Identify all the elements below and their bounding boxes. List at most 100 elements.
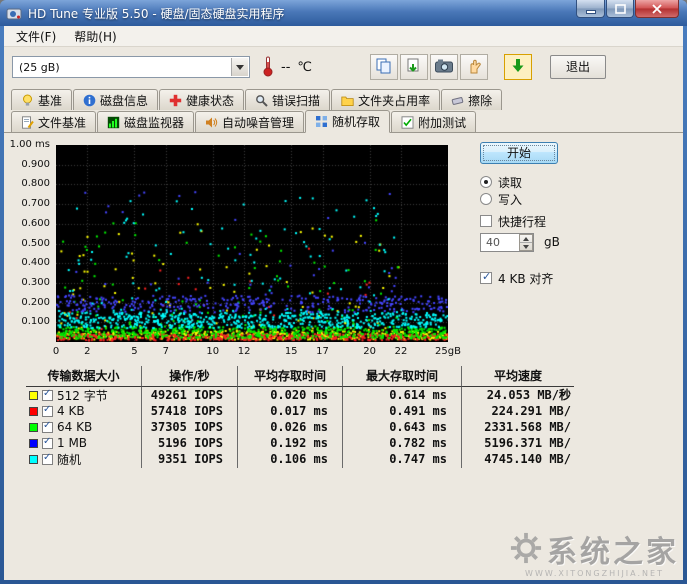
series-checkbox[interactable] [42, 452, 53, 465]
screenshot-button[interactable] [430, 54, 458, 80]
hand-pointer-icon [466, 57, 482, 78]
window-controls [575, 0, 679, 18]
avg-time-value: 0.106 ms [238, 451, 343, 468]
watermark-url: WWW.XITONGZHIJIA.NET [525, 569, 664, 578]
column-header: 传输数据大小 [26, 366, 142, 387]
align-checkbox[interactable] [480, 270, 492, 284]
exit-button[interactable]: 退出 [550, 55, 606, 79]
y-tick-label: 0.400 [21, 257, 50, 269]
avg-time-value: 0.026 ms [238, 419, 343, 435]
tab-label: 随机存取 [332, 115, 381, 129]
gear-logo-icon [510, 532, 542, 567]
menu-help[interactable]: 帮助(H) [65, 26, 125, 47]
series-color-swatch [29, 406, 38, 416]
tab-label: 自动噪音管理 [222, 115, 295, 130]
random-access-panel: 1.00 ms 0.900 0.800 0.700 0.600 0.500 0.400 0.3… [4, 132, 683, 580]
health-cross-icon [169, 94, 182, 107]
checklist-icon [401, 115, 414, 129]
close-button[interactable] [635, 0, 679, 18]
temperature-unit: ℃ [297, 59, 312, 75]
download-arrow-icon [509, 57, 527, 78]
avg-speed-value: 5196.371 MB/ [484, 436, 571, 450]
ops-value: 37305 IOPS [142, 419, 238, 435]
series-checkbox[interactable] [42, 404, 53, 417]
eraser-icon [451, 94, 464, 107]
tab-random-access[interactable]: 随机存取 [305, 110, 391, 133]
maximize-button[interactable] [606, 0, 634, 18]
y-tick-label: 1.00 ms [9, 139, 50, 150]
window-body: 文件(F) 帮助(H) (25 gB) -- ℃ 退出 基准 磁盘信息 健康状态 错误… [4, 26, 683, 580]
tab-label: 附加测试 [418, 115, 467, 130]
copy-report-button[interactable] [370, 54, 398, 80]
tab-benchmark[interactable]: 基准 [11, 89, 73, 110]
y-tick-label: 0.500 [21, 237, 50, 249]
series-checkbox[interactable] [42, 420, 53, 433]
series-color-swatch [29, 391, 38, 400]
y-tick-label: 0.700 [21, 198, 50, 210]
y-tick-label: 0.800 [21, 178, 50, 190]
max-time-value: 0.782 ms [343, 435, 462, 451]
y-axis: 1.00 ms 0.900 0.800 0.700 0.600 0.500 0.400 0.3… [6, 133, 52, 365]
titlebar[interactable]: HD Tune 专业版 5.50 - 硬盘/固态硬盘实用程序 [0, 0, 687, 26]
site-watermark: 系统之家 WWW.XITONGZHIJIA.NET [510, 527, 679, 578]
drive-select[interactable]: (25 gB) [12, 56, 250, 78]
column-header: 最大存取时间 [343, 366, 462, 387]
x-tick-label: 20 [363, 346, 376, 357]
read-radio[interactable] [480, 176, 492, 188]
menu-file[interactable]: 文件(F) [7, 26, 65, 47]
tab-file-benchmark[interactable]: 文件基准 [11, 111, 97, 132]
tab-error-scan[interactable]: 错误扫描 [245, 89, 331, 110]
tab-disk-info[interactable]: 磁盘信息 [73, 89, 159, 110]
table-row: 1 MB 5196 IOPS0.192 ms0.782 ms 5196.371 MB… [26, 435, 574, 451]
table-row: 512 字节 49261 IOPS0.020 ms0.614 ms 24.053 M… [26, 387, 574, 404]
ops-value: 57418 IOPS [142, 403, 238, 419]
max-time-value: 0.614 ms [343, 387, 462, 404]
tab-label: 磁盘信息 [100, 93, 149, 108]
x-tick-label: 5 [131, 346, 138, 357]
column-header: 操作/秒 [142, 366, 238, 387]
temperature-display: -- ℃ [262, 55, 350, 80]
tab-extra-tests[interactable]: 附加测试 [391, 111, 477, 132]
table-row: 64 KB 37305 IOPS0.026 ms0.643 ms 2331.568 … [26, 419, 574, 435]
series-checkbox[interactable] [42, 388, 53, 401]
menubar: 文件(F) 帮助(H) [4, 26, 683, 47]
column-header: 平均速度 [462, 366, 574, 387]
tab-aam[interactable]: 自动噪音管理 [195, 111, 305, 132]
grid-random-icon [315, 115, 328, 128]
align-label: 4 KB 对齐 [498, 271, 554, 286]
avg-speed-value: 24.053 MB/秒 [486, 388, 571, 402]
stepper-down-icon [520, 243, 532, 250]
donate-button[interactable] [460, 54, 488, 80]
series-color-swatch [29, 422, 38, 432]
watermark-text: 系统之家 [547, 535, 679, 570]
short-stroke-size-value: 40 [486, 236, 500, 249]
stepper-up-icon [520, 235, 532, 243]
write-radio[interactable] [480, 193, 492, 205]
tab-folder-usage[interactable]: 文件夹占用率 [331, 89, 441, 110]
magnifier-icon [255, 94, 268, 107]
x-tick-label: 17 [316, 346, 329, 357]
results-table: 传输数据大小操作/秒平均存取时间最大存取时间平均速度 512 字节 49261 I… [26, 366, 574, 468]
scatter-plot-canvas [56, 145, 448, 342]
lightbulb-icon [21, 94, 34, 107]
update-download-button[interactable] [504, 54, 532, 80]
series-label: 随机 [57, 453, 82, 467]
series-checkbox[interactable] [42, 436, 53, 449]
avg-time-value: 0.020 ms [238, 387, 343, 404]
avg-time-value: 0.192 ms [238, 435, 343, 451]
tab-erase[interactable]: 擦除 [441, 89, 503, 110]
camera-icon [435, 58, 453, 77]
chevron-down-icon[interactable] [231, 58, 248, 76]
save-report-button[interactable] [400, 54, 428, 80]
tab-health[interactable]: 健康状态 [159, 89, 245, 110]
start-button[interactable]: 开始 [480, 142, 558, 164]
minimize-button[interactable] [576, 0, 605, 18]
table-row: 4 KB 57418 IOPS0.017 ms0.491 ms 224.291 MB… [26, 403, 574, 419]
short-stroke-checkbox[interactable] [480, 215, 492, 227]
tab-label: 错误扫描 [272, 93, 321, 108]
access-time-chart: 1.00 ms 0.900 0.800 0.700 0.600 0.500 0.400 0.3… [6, 133, 474, 365]
tab-bar: 基准 磁盘信息 健康状态 错误扫描 文件夹占用率 擦除 文件基准 磁盘监视器 自动噪音管理 随机… [11, 88, 681, 133]
tab-label: 健康状态 [186, 93, 235, 108]
tab-disk-monitor[interactable]: 磁盘监视器 [97, 111, 195, 132]
short-stroke-stepper[interactable] [519, 234, 533, 251]
